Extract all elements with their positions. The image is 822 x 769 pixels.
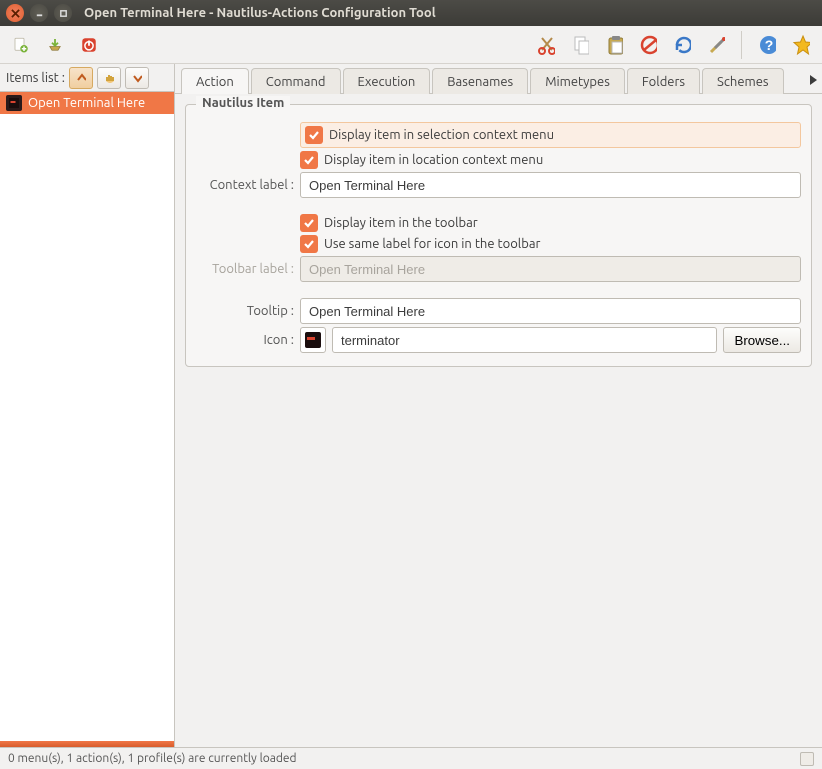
checkbox-selection[interactable] [305, 126, 323, 144]
preferences-button[interactable] [701, 30, 731, 60]
svg-text:?: ? [765, 37, 774, 53]
help-icon: ? [758, 34, 776, 56]
save-icon [46, 34, 64, 56]
triangle-right-icon [808, 74, 818, 86]
checkmark-icon [303, 217, 315, 229]
context-label-input[interactable] [300, 172, 801, 198]
forbidden-icon [639, 34, 657, 56]
tree-item[interactable]: Open Terminal Here [0, 92, 174, 114]
window-close-button[interactable] [6, 4, 24, 22]
scissors-icon [537, 34, 555, 56]
display-selection-row[interactable]: Display item in selection context menu [300, 122, 801, 148]
checkbox-same-label-label: Use same label for icon in the toolbar [324, 237, 540, 251]
items-list-label: Items list : [6, 71, 65, 85]
tab-basenames[interactable]: Basenames [432, 68, 528, 94]
toolbar-label: Toolbar label : [196, 262, 300, 276]
quit-button[interactable] [74, 30, 104, 60]
hand-icon [104, 72, 114, 84]
copy-icon [571, 34, 589, 56]
delete-button[interactable] [633, 30, 663, 60]
icon-label: Icon : [196, 333, 300, 347]
checkbox-toolbar[interactable] [300, 214, 318, 232]
checkmark-icon [303, 238, 315, 250]
paste-icon [605, 34, 623, 56]
main-toolbar: ? [0, 26, 822, 64]
sort-desc-button[interactable] [125, 67, 149, 89]
checkbox-selection-label: Display item in selection context menu [329, 128, 554, 142]
status-text: 0 menu(s), 1 action(s), 1 profile(s) are… [8, 752, 297, 765]
star-icon [792, 34, 810, 56]
save-button[interactable] [40, 30, 70, 60]
checkmark-icon [308, 129, 320, 141]
items-tree[interactable]: Open Terminal Here [0, 92, 174, 741]
tooltip-input[interactable] [300, 298, 801, 324]
tab-scroll-right[interactable] [804, 67, 822, 93]
new-action-button[interactable] [6, 30, 36, 60]
cut-button[interactable] [531, 30, 561, 60]
window-title: Open Terminal Here - Nautilus-Actions Co… [84, 6, 436, 20]
refresh-icon [673, 34, 691, 56]
nautilus-item-group: Nautilus Item Display item in selection … [185, 104, 812, 367]
browse-button[interactable]: Browse... [723, 327, 801, 353]
chevron-up-icon [76, 72, 86, 84]
tools-icon [707, 34, 725, 56]
chevron-down-icon [132, 72, 142, 84]
checkmark-icon [303, 154, 315, 166]
paste-button[interactable] [599, 30, 629, 60]
terminal-icon [6, 95, 22, 111]
tab-folders[interactable]: Folders [627, 68, 700, 94]
checkbox-location-label: Display item in location context menu [324, 153, 543, 167]
copy-button[interactable] [565, 30, 595, 60]
status-bar: 0 menu(s), 1 action(s), 1 profile(s) are… [0, 747, 822, 769]
context-label: Context label : [196, 178, 300, 192]
sort-manual-button[interactable] [97, 67, 121, 89]
tree-item-label: Open Terminal Here [28, 96, 145, 110]
tab-execution[interactable]: Execution [343, 68, 431, 94]
resize-grip[interactable] [800, 752, 814, 766]
help-button[interactable]: ? [752, 30, 782, 60]
checkbox-same-label[interactable] [300, 235, 318, 253]
window-titlebar: Open Terminal Here - Nautilus-Actions Co… [0, 0, 822, 26]
tab-mimetypes[interactable]: Mimetypes [530, 68, 625, 94]
tab-bar: Action Command Execution Basenames Mimet… [175, 64, 822, 94]
window-maximize-button[interactable] [54, 4, 72, 22]
tab-schemes[interactable]: Schemes [702, 68, 784, 94]
power-icon [80, 34, 98, 56]
reload-button[interactable] [667, 30, 697, 60]
tab-command[interactable]: Command [251, 68, 341, 94]
checkbox-location[interactable] [300, 151, 318, 169]
window-minimize-button[interactable] [30, 4, 48, 22]
toolbar-label-input [300, 256, 801, 282]
about-button[interactable] [786, 30, 816, 60]
sort-asc-button[interactable] [69, 67, 93, 89]
toolbar-separator [741, 31, 742, 59]
group-title: Nautilus Item [196, 96, 290, 110]
icon-preview [300, 327, 326, 353]
terminal-icon [305, 332, 321, 348]
checkbox-toolbar-label: Display item in the toolbar [324, 216, 478, 230]
icon-input[interactable] [332, 327, 717, 353]
tab-action[interactable]: Action [181, 68, 249, 94]
document-new-icon [12, 34, 30, 56]
tooltip-label: Tooltip : [196, 304, 300, 318]
